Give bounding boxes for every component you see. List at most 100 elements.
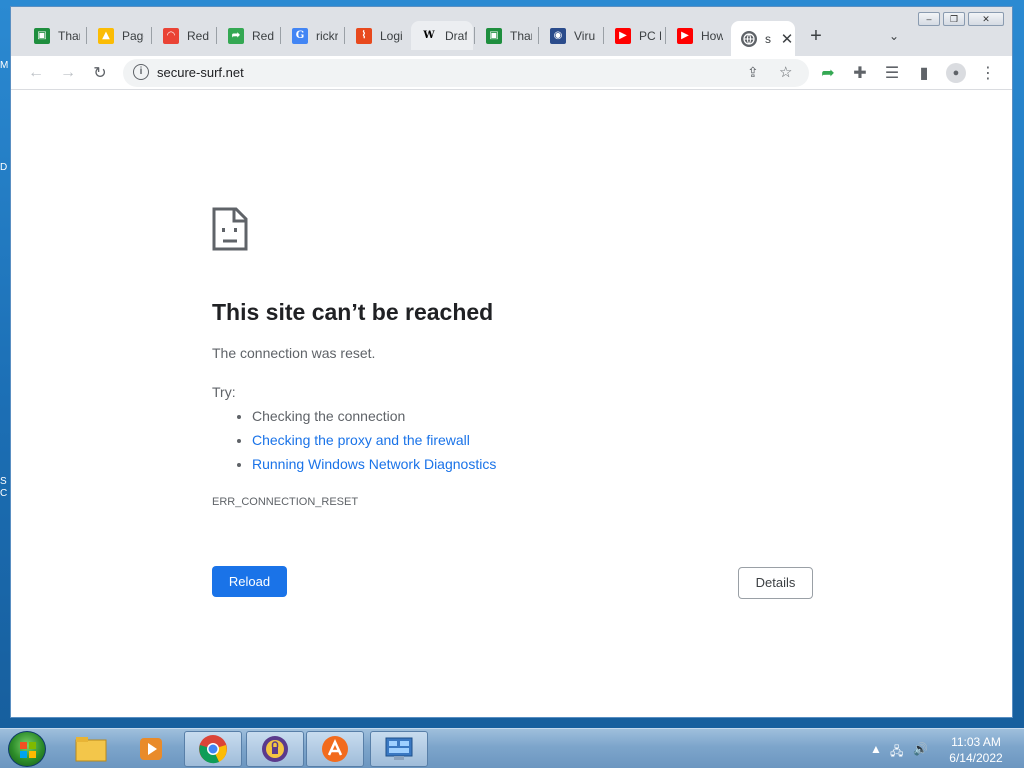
taskbar-avast[interactable]: [306, 731, 364, 767]
tab-7[interactable]: ▣ Thar: [476, 21, 538, 50]
tab-separator: [344, 27, 345, 44]
minimize-button[interactable]: –: [918, 12, 940, 26]
share-icon[interactable]: ⇪: [747, 64, 759, 81]
desktop-icon-fragment: D: [0, 162, 8, 173]
taskbar-control-panel[interactable]: [370, 731, 428, 767]
tab-9[interactable]: ▶ PC F: [605, 21, 667, 50]
drive-icon: ▲: [98, 27, 114, 44]
tab-separator: [474, 27, 475, 44]
tray-overflow-icon[interactable]: ▲: [870, 742, 882, 756]
tab-6[interactable]: W Draf: [411, 21, 473, 50]
youtube-icon: ▶: [615, 27, 631, 44]
details-button[interactable]: Details: [738, 567, 813, 599]
browser-toolbar: ← → ↻ i secure-surf.net ⇪ ☆ ➦ ✚ ☰ ▮ ● ⋮: [11, 56, 1012, 90]
tab-separator: [280, 27, 281, 44]
address-bar[interactable]: i secure-surf.net ⇪ ☆: [123, 59, 809, 87]
reading-list-icon[interactable]: ☰: [881, 62, 903, 84]
tab-separator: [86, 27, 87, 44]
tab-search-chevron-icon[interactable]: ⌄: [883, 25, 905, 47]
tab-title: PC F: [639, 28, 661, 43]
tab-separator: [538, 27, 539, 44]
virus-icon: ◉: [550, 27, 566, 44]
tab-1[interactable]: ▲ Page: [88, 21, 150, 50]
folder-icon: [75, 737, 107, 762]
google-icon: G: [292, 27, 308, 44]
tab-title: rickr: [316, 28, 338, 43]
reload-toolbar-button[interactable]: ↻: [89, 62, 111, 84]
taskbar: ▲ 🖧 🔊 11:03 AM 6/14/2022: [0, 728, 1024, 768]
error-subtitle: The connection was reset.: [212, 345, 376, 361]
tab-separator: [603, 27, 604, 44]
profile-avatar-icon[interactable]: ●: [945, 62, 967, 84]
clock[interactable]: 11:03 AM 6/14/2022: [940, 734, 1012, 766]
tab-2[interactable]: ◠ Redi: [153, 21, 215, 50]
menu-kebab-icon[interactable]: ⋮: [977, 62, 999, 84]
tab-title: Thar: [58, 28, 80, 43]
close-window-button[interactable]: ✕: [968, 12, 1004, 26]
tab-strip: ▣ Thar ▲ Page ◠ Redi ➦ Redi Grickr ⌇ Logi W Draf ▣ Tha…: [11, 7, 1012, 56]
try-label: Try:: [212, 384, 236, 400]
desktop-icon-fragment: M: [0, 60, 8, 71]
chrome-icon: [199, 735, 227, 764]
youtube-icon: ▶: [677, 27, 693, 44]
error-page: This site can’t be reached The connectio…: [11, 91, 1012, 717]
tab-4[interactable]: Grickr: [282, 21, 344, 50]
tab-active[interactable]: s ✕: [731, 21, 795, 56]
media-player-icon: [140, 738, 162, 760]
avast-icon: [322, 736, 348, 762]
page-title: This site can’t be reached: [212, 299, 494, 325]
new-tab-button[interactable]: +: [805, 25, 827, 47]
tab-title: Draf: [445, 28, 467, 43]
forward-button[interactable]: →: [57, 62, 79, 84]
url-text: secure-surf.net: [157, 65, 244, 80]
clock-date: 6/14/2022: [949, 751, 1003, 765]
extensions-puzzle-icon[interactable]: ✚: [849, 62, 871, 84]
lock-shield-icon: [262, 736, 288, 762]
network-icon[interactable]: 🖧: [890, 742, 903, 763]
volume-icon[interactable]: 🔊: [913, 742, 928, 756]
tab-8[interactable]: ◉ Viru: [540, 21, 602, 50]
tab-title: Redi: [252, 28, 274, 43]
clock-time: 11:03 AM: [951, 735, 1001, 749]
taskbar-security-app[interactable]: [246, 731, 304, 767]
start-button[interactable]: [8, 731, 46, 767]
forward-arrow-icon: ➦: [228, 27, 244, 44]
tab-separator: [665, 27, 666, 44]
wikipedia-icon: W: [423, 30, 435, 41]
tab-0[interactable]: ▣ Thar: [24, 21, 86, 50]
taskbar-media-player[interactable]: [122, 731, 180, 767]
tab-title: Viru: [574, 28, 596, 43]
control-panel-icon: [385, 737, 413, 760]
desktop-icon-fragment: C: [0, 488, 8, 499]
suggestion-item: Checking the connection: [252, 408, 496, 432]
suggestion-link-diagnostics[interactable]: Running Windows Network Diagnostics: [252, 456, 496, 480]
taskbar-chrome[interactable]: [184, 731, 242, 767]
share-extension-icon[interactable]: ➦: [817, 62, 839, 84]
info-icon[interactable]: i: [133, 64, 149, 80]
sheets-icon: ▣: [486, 27, 502, 44]
tab-10[interactable]: ▶ How: [667, 21, 729, 50]
tab-title: Page: [122, 28, 144, 43]
error-code: ERR_CONNECTION_RESET: [212, 496, 359, 508]
tab-title: s: [765, 31, 771, 46]
globe-icon: [741, 30, 757, 47]
sad-page-icon: [212, 207, 248, 256]
tab-3[interactable]: ➦ Redi: [218, 21, 280, 50]
rainbow-icon: ◠: [163, 27, 179, 44]
tab-title: How: [701, 28, 723, 43]
tab-separator: [151, 27, 152, 44]
taskbar-file-explorer[interactable]: [62, 731, 120, 767]
maximize-button[interactable]: ❐: [943, 12, 965, 26]
close-tab-icon[interactable]: ✕: [779, 30, 795, 48]
tab-title: Thar: [510, 28, 532, 43]
zoho-icon: ⌇: [356, 27, 372, 44]
tab-5[interactable]: ⌇ Logi: [346, 21, 408, 50]
back-button[interactable]: ←: [25, 62, 47, 84]
suggestion-list: Checking the connection Checking the pro…: [252, 408, 496, 480]
tab-title: Redi: [187, 28, 209, 43]
bookmark-star-icon[interactable]: ☆: [779, 63, 792, 81]
suggestion-link-proxy[interactable]: Checking the proxy and the firewall: [252, 432, 496, 456]
side-panel-icon[interactable]: ▮: [913, 62, 935, 84]
desktop-icon-fragment: S: [0, 476, 7, 487]
reload-button[interactable]: Reload: [212, 566, 287, 597]
